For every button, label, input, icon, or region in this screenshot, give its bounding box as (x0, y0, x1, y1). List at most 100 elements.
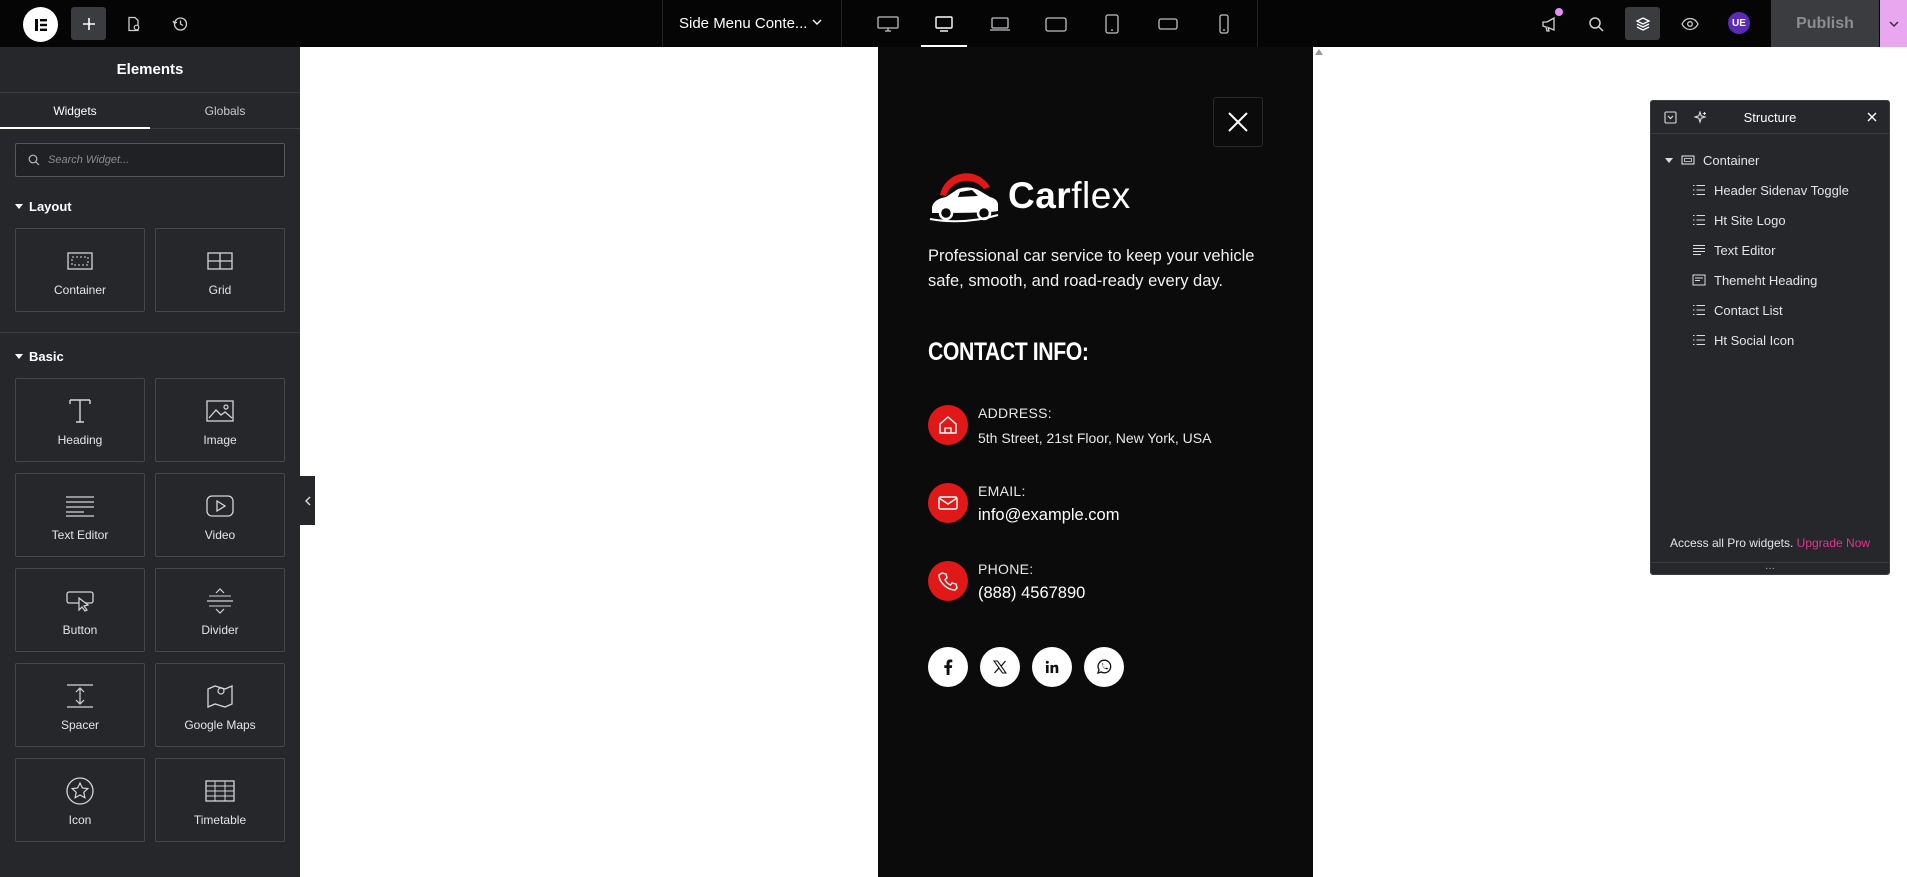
device-tablet-landscape-button[interactable] (1028, 0, 1084, 47)
publish-options-button[interactable] (1880, 0, 1907, 47)
structure-item[interactable]: Ht Social Icon (1651, 325, 1889, 355)
widget-container[interactable]: Container (15, 228, 145, 312)
widget-heading[interactable]: Heading (15, 378, 145, 462)
contact-label: EMAIL: (978, 483, 1026, 499)
panel-collapse-toggle[interactable] (300, 476, 315, 525)
search-icon (28, 154, 40, 166)
tab-widgets[interactable]: Widgets (0, 93, 150, 129)
structure-toggle-button[interactable] (1625, 7, 1660, 40)
widget-text-editor[interactable]: Text Editor (15, 473, 145, 557)
tab-globals[interactable]: Globals (150, 93, 300, 128)
heading-widget-icon (1692, 274, 1706, 286)
widget-timetable[interactable]: Timetable (155, 758, 285, 842)
contact-value: 5th Street, 21st Floor, New York, USA (978, 430, 1212, 446)
device-laptop-button[interactable] (972, 0, 1028, 47)
chevron-left-icon (304, 496, 310, 505)
text-editor-icon (1692, 244, 1706, 256)
top-bar: Side Menu Conte... UE Publish (0, 0, 1907, 47)
search-button[interactable] (1578, 7, 1613, 40)
image-icon (206, 400, 234, 422)
contact-heading: CONTACT INFO: (928, 338, 1089, 366)
add-element-button[interactable] (71, 7, 106, 40)
device-mobile-button[interactable] (1196, 0, 1252, 47)
linkedin-icon[interactable] (1032, 647, 1072, 687)
sidenav-close-button[interactable] (1213, 97, 1263, 147)
address-icon (928, 405, 968, 445)
close-icon (1228, 112, 1248, 132)
device-desktop-button[interactable] (860, 0, 916, 47)
x-twitter-icon[interactable] (980, 647, 1020, 687)
logo-wordmark: Carflex (1008, 175, 1131, 216)
facebook-icon[interactable] (928, 647, 968, 687)
heading-icon (69, 399, 91, 423)
caret-down-icon (15, 353, 23, 359)
publish-button[interactable]: Publish (1771, 0, 1879, 47)
structure-header[interactable]: Structure (1651, 101, 1889, 134)
search-icon (1588, 16, 1604, 32)
panel-tabs: Widgets Globals (0, 93, 300, 129)
upgrade-now-link[interactable]: Upgrade Now (1797, 536, 1870, 550)
site-logo[interactable]: Carflex (928, 165, 1131, 227)
spacer-icon (67, 684, 93, 708)
section-layout-toggle[interactable]: Layout (0, 191, 300, 221)
section-title: Layout (29, 198, 72, 214)
widget-divider[interactable]: Divider (155, 568, 285, 652)
widget-video[interactable]: Video (155, 473, 285, 557)
phone-link[interactable]: (888) 4567890 (978, 584, 1085, 603)
history-icon (171, 16, 187, 31)
widget-spacer[interactable]: Spacer (15, 663, 145, 747)
widget-button[interactable]: Button (15, 568, 145, 652)
structure-item[interactable]: Header Sidenav Toggle (1651, 175, 1889, 205)
mobile-landscape-icon (1158, 17, 1178, 30)
tablet-icon (1105, 13, 1119, 34)
section-basic-toggle[interactable]: Basic (0, 341, 300, 371)
canvas-scroll-up-arrow[interactable] (1315, 49, 1323, 55)
preview-button[interactable] (1672, 7, 1707, 40)
desktop-icon (877, 15, 899, 32)
widget-google-maps[interactable]: Google Maps (155, 663, 285, 747)
close-icon[interactable] (1865, 110, 1879, 124)
button-icon (66, 591, 94, 612)
caret-down-icon (1665, 157, 1673, 163)
eye-icon (1680, 17, 1699, 30)
list-widget-icon (1692, 304, 1706, 316)
page-settings-button[interactable] (116, 7, 151, 40)
whatsapp-icon[interactable] (1084, 647, 1124, 687)
layout-widgets-grid: Container Grid (0, 221, 300, 326)
elements-panel: Elements Widgets Globals Layout Containe… (0, 47, 300, 877)
widget-grid[interactable]: Grid (155, 228, 285, 312)
widget-search[interactable] (15, 143, 285, 177)
email-link[interactable]: info@example.com (978, 506, 1119, 525)
device-tablet-button[interactable] (1084, 0, 1140, 47)
widget-image[interactable]: Image (155, 378, 285, 462)
social-icons (928, 647, 1124, 687)
mobile-icon (1219, 13, 1229, 34)
list-widget-icon (1692, 214, 1706, 226)
history-button[interactable] (162, 7, 197, 40)
page-settings-icon (127, 16, 139, 31)
document-title: Side Menu Conte... (679, 15, 808, 32)
panel-title: Elements (0, 47, 300, 93)
structure-item[interactable]: Ht Site Logo (1651, 205, 1889, 235)
structure-item[interactable]: Contact List (1651, 295, 1889, 325)
side-menu-container[interactable]: Carflex Professional car service to keep… (878, 47, 1313, 877)
device-mobile-landscape-button[interactable] (1140, 0, 1196, 47)
contact-item-email: EMAIL: info@example.com (928, 483, 1119, 525)
search-input[interactable] (48, 154, 268, 166)
resize-handle[interactable]: ··· (1651, 562, 1889, 574)
structure-panel: Structure Container Header Sidenav Toggl… (1650, 100, 1890, 575)
structure-item[interactable]: Text Editor (1651, 235, 1889, 265)
structure-item[interactable]: Themeht Heading (1651, 265, 1889, 295)
user-avatar[interactable]: UE (1728, 12, 1750, 34)
section-title: Basic (29, 348, 64, 364)
device-widescreen-button[interactable] (916, 0, 972, 47)
timetable-icon (205, 780, 235, 802)
document-title-dropdown[interactable]: Side Menu Conte... (662, 0, 842, 47)
structure-item-container[interactable]: Container (1651, 145, 1889, 175)
contact-label: ADDRESS: (978, 405, 1052, 421)
widget-icon[interactable]: Icon (15, 758, 145, 842)
elementor-logo-icon[interactable] (23, 7, 58, 42)
video-icon (206, 495, 234, 517)
responsive-mode-bar (860, 0, 1252, 47)
list-widget-icon (1692, 334, 1706, 346)
